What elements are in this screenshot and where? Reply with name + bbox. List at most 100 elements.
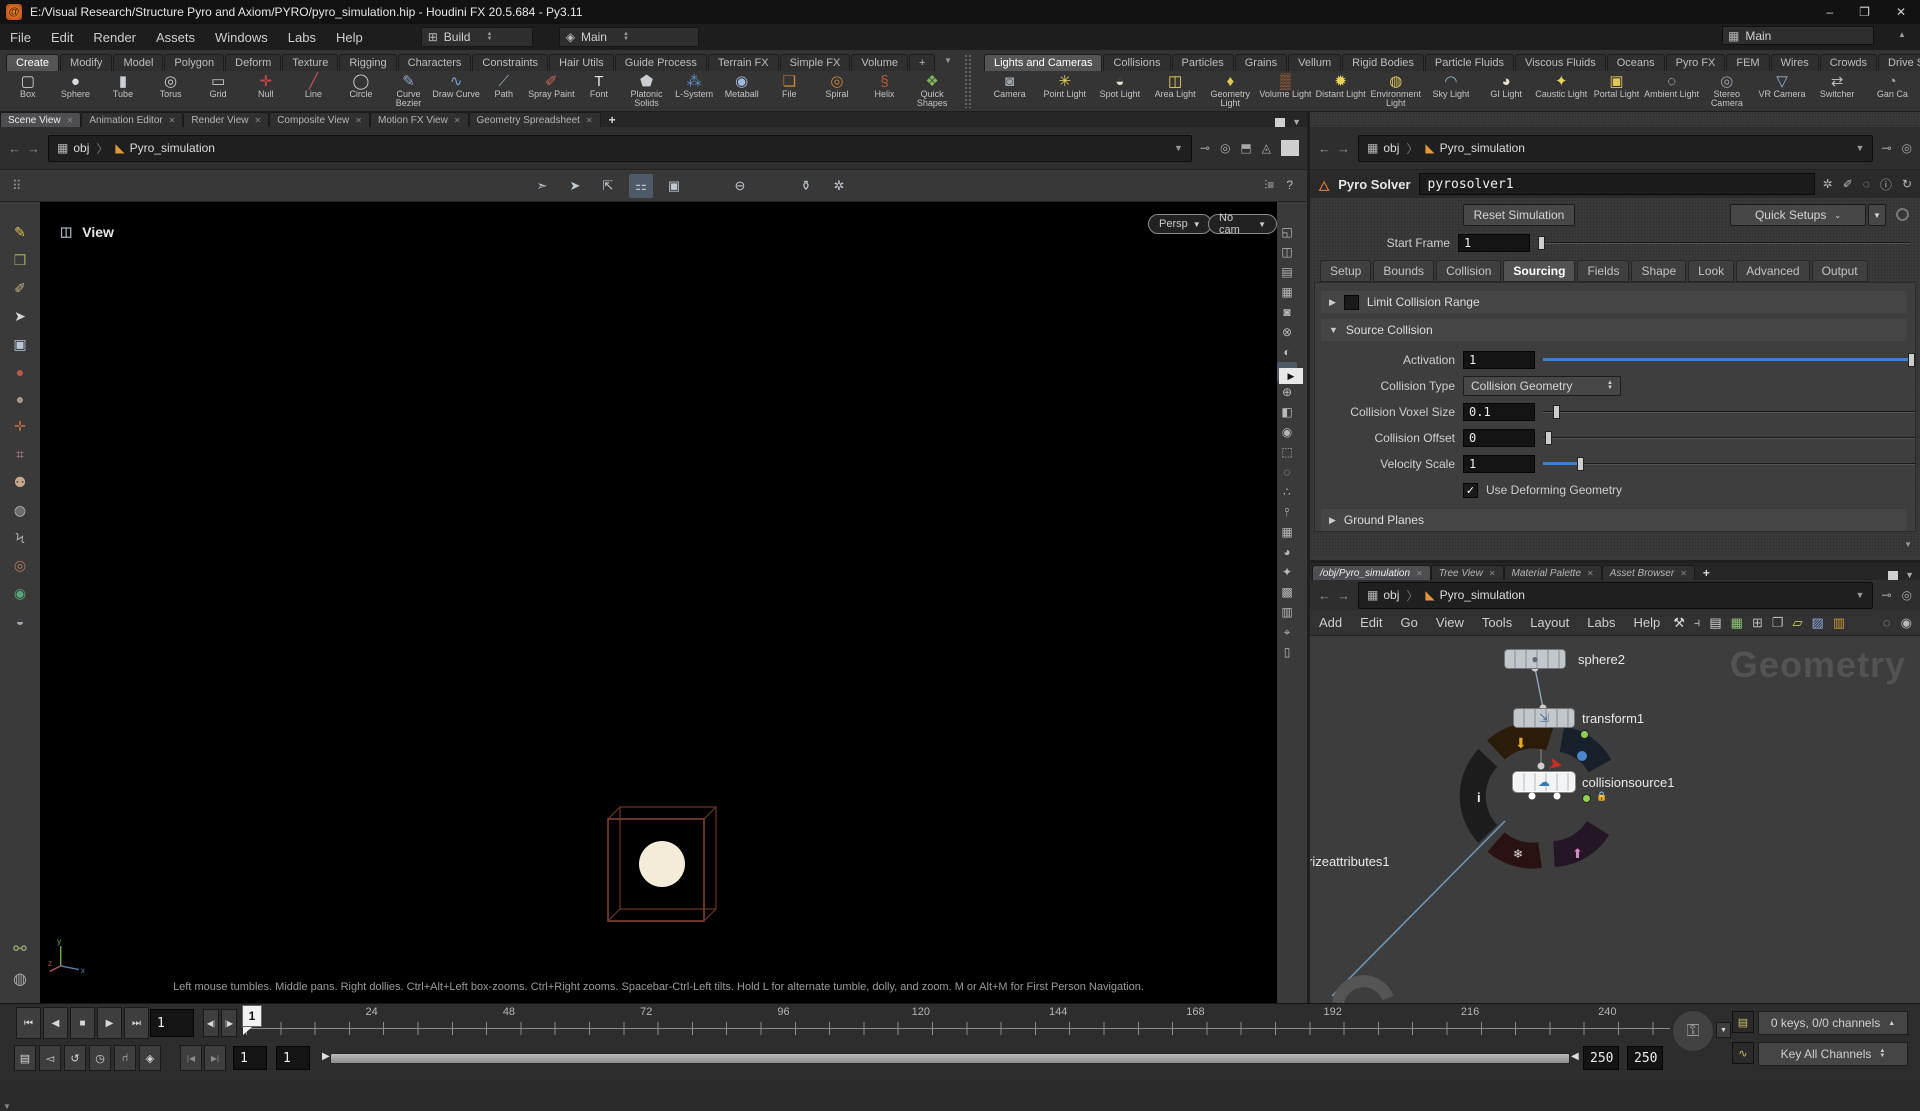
visibility-eye-icon[interactable]: ◉ <box>1277 422 1297 442</box>
activation-field[interactable]: 1 <box>1463 351 1535 369</box>
link-target-icon[interactable]: ◎ <box>1220 141 1230 155</box>
minimize-button[interactable]: – <box>1826 5 1833 19</box>
recycle-icon[interactable]: ↻ <box>1902 176 1912 193</box>
gear-box-icon[interactable]: ✲ <box>827 174 851 198</box>
current-frame-marker[interactable]: 1 <box>242 1005 262 1035</box>
node-sphere2[interactable]: ● <box>1504 649 1566 669</box>
caustic-light-tool[interactable]: ✦ Caustic Light <box>1534 71 1589 111</box>
node-name-field[interactable]: pyrosolver1 <box>1418 173 1815 195</box>
helix-tool[interactable]: § Helix <box>861 71 909 111</box>
shelf-tab[interactable]: Particle Fluids <box>1424 54 1514 71</box>
menu-item[interactable]: Help <box>1624 612 1669 633</box>
undo-loop-icon[interactable]: ↺ <box>64 1045 86 1071</box>
menu-item[interactable]: Labs <box>1578 612 1624 633</box>
shelf-tab[interactable]: Hair Utils <box>549 54 614 71</box>
shelf-tab[interactable]: Simple FX <box>779 54 851 71</box>
select-orbit-icon[interactable]: ➣ <box>530 174 554 198</box>
forward-button[interactable]: → <box>27 141 40 156</box>
bone-icon[interactable]: ⌗ <box>13 446 26 463</box>
info-overlay-icon[interactable]: ▥ <box>1277 602 1297 622</box>
pane-collapse-arrow-icon[interactable]: ▼ <box>1904 540 1912 549</box>
limit-collision-checkbox[interactable] <box>1343 294 1359 310</box>
shelf-tab[interactable]: Volume <box>851 54 909 71</box>
voxel-size-slider[interactable] <box>1543 403 1915 421</box>
param-tab[interactable]: Setup <box>1320 260 1372 282</box>
overview-eye-icon[interactable]: ◉ <box>1901 615 1912 631</box>
lighting-icon[interactable]: ✦ <box>1277 562 1297 582</box>
shelf-tab[interactable]: Pyro FX <box>1665 54 1726 71</box>
projection-selector[interactable]: Persp ▼ <box>1148 214 1212 234</box>
display-normals-icon[interactable]: ⫯ <box>1277 502 1297 522</box>
velocity-scale-field[interactable]: 1 <box>1463 455 1535 473</box>
menu-item[interactable]: Layout <box>1521 612 1578 633</box>
ground-planes-group[interactable]: ▶ Ground Planes <box>1321 509 1907 531</box>
pane-menu-arrow-icon[interactable]: ▼ <box>1292 117 1301 127</box>
pane-tab[interactable]: Material Palette ✕ <box>1503 565 1602 580</box>
path-dropdown-icon[interactable]: ▼ <box>1856 143 1865 153</box>
menu-item[interactable]: Add <box>1310 612 1351 633</box>
param-tab[interactable]: Bounds <box>1373 260 1435 282</box>
expand-arrow-icon[interactable]: ▼ <box>1329 325 1338 335</box>
font-tool[interactable]: T Font <box>575 71 623 111</box>
close-tab-icon[interactable]: ✕ <box>255 116 262 125</box>
play-button[interactable]: ▶ <box>97 1007 122 1039</box>
shelf-tab[interactable]: Crowds <box>1819 54 1878 71</box>
character-icon[interactable]: ⚉ <box>13 474 27 491</box>
pane-menu-arrow-icon[interactable]: ▼ <box>1905 570 1914 580</box>
null-tool[interactable]: ✛ Null <box>242 71 290 111</box>
playback-range-bar[interactable] <box>330 1053 1570 1064</box>
paint-ball-icon[interactable]: ◉ <box>13 585 26 602</box>
quick-setups-button[interactable]: Quick Setups ⌄ <box>1730 204 1866 226</box>
range-end-field[interactable]: 250 <box>1583 1046 1619 1070</box>
torus-tool[interactable]: ◎ Torus <box>147 71 195 111</box>
close-tab-icon[interactable]: ✕ <box>1416 569 1423 578</box>
go-start-button[interactable]: ⏮ <box>16 1007 41 1039</box>
range-start-field[interactable]: 1 <box>276 1046 310 1070</box>
close-tab-icon[interactable]: ✕ <box>1587 569 1594 578</box>
simulation-toggle-icon[interactable] <box>1896 208 1909 221</box>
ambient-light-tool[interactable]: ◌ Ambient Light <box>1644 71 1699 111</box>
pane-split-arrow-icon[interactable]: ▼ <box>3 1102 11 1111</box>
hook-icon[interactable]: Ϟ <box>13 530 26 546</box>
node-label-clipped[interactable]: rizeattributes1 <box>1310 854 1390 869</box>
close-tab-icon[interactable]: ✕ <box>454 116 461 125</box>
close-tab-icon[interactable]: ✕ <box>169 116 176 125</box>
shaded-icon[interactable]: ◕ <box>1277 542 1297 562</box>
sculpt-sphere-icon[interactable]: ● <box>13 391 26 407</box>
camera-view-icon[interactable]: ◙ <box>1277 302 1297 322</box>
list-view-icon[interactable]: ▤ <box>1709 615 1721 631</box>
shelf-tab[interactable]: Collisions <box>1103 54 1171 71</box>
range-end-button[interactable]: ▶| <box>204 1045 226 1071</box>
grid-toggle-icon[interactable]: ▩ <box>1277 582 1297 602</box>
pose-sphere-icon[interactable]: ● <box>13 364 26 380</box>
shelf-tab[interactable]: FEM <box>1726 54 1770 71</box>
geometry-light-tool[interactable]: ♦ Geometry Light <box>1203 71 1258 111</box>
stowbar-arrow-icon[interactable]: ▶ <box>1279 368 1303 384</box>
scoped-channels-icon[interactable]: ▤ <box>14 1045 36 1071</box>
param-tab[interactable]: Shape <box>1631 260 1687 282</box>
shelf-tab[interactable]: Wires <box>1770 54 1819 71</box>
polygon-pen-icon[interactable]: ✐ <box>13 280 26 297</box>
collision-type-dropdown[interactable]: Collision Geometry ▲ ▼ <box>1463 376 1621 396</box>
param-tab[interactable]: Look <box>1688 260 1735 282</box>
export-view-icon[interactable]: ◐ <box>1277 342 1297 362</box>
pin-icon[interactable]: ⊸ <box>1881 141 1891 155</box>
link-target-icon[interactable]: ◎ <box>1902 588 1912 602</box>
back-button[interactable]: ← <box>8 141 21 156</box>
prev-frame-button[interactable]: ◀| <box>203 1009 219 1037</box>
memory-icon[interactable]: ▯ <box>1277 642 1297 662</box>
curve-bezier-tool[interactable]: ✎ Curve Bezier <box>385 71 433 111</box>
window-tile-icon[interactable]: ❐ <box>1772 615 1784 631</box>
channels-scope-icon[interactable]: ▤ <box>1732 1011 1754 1033</box>
close-tab-icon[interactable]: ✕ <box>1680 569 1687 578</box>
path-dropdown-icon[interactable]: ▼ <box>1174 143 1183 153</box>
scene-path-field[interactable]: ▦ obj 〉 ◣ Pyro_simulation ▼ <box>48 134 1192 162</box>
portal-light-tool[interactable]: ▣ Portal Light <box>1589 71 1644 111</box>
pin-icon[interactable]: ⊸ <box>1881 588 1891 602</box>
keys-status-button[interactable]: 0 keys, 0/0 channels ▲ <box>1758 1011 1908 1035</box>
param-tab[interactable]: Fields <box>1577 260 1630 282</box>
spinner-icon[interactable]: ▲ ▼ <box>486 31 492 42</box>
voxel-size-field[interactable]: 0.1 <box>1463 403 1535 421</box>
bucket-icon[interactable]: ◒ <box>13 613 26 629</box>
switcher-tool[interactable]: ⇄ Switcher <box>1810 71 1865 111</box>
